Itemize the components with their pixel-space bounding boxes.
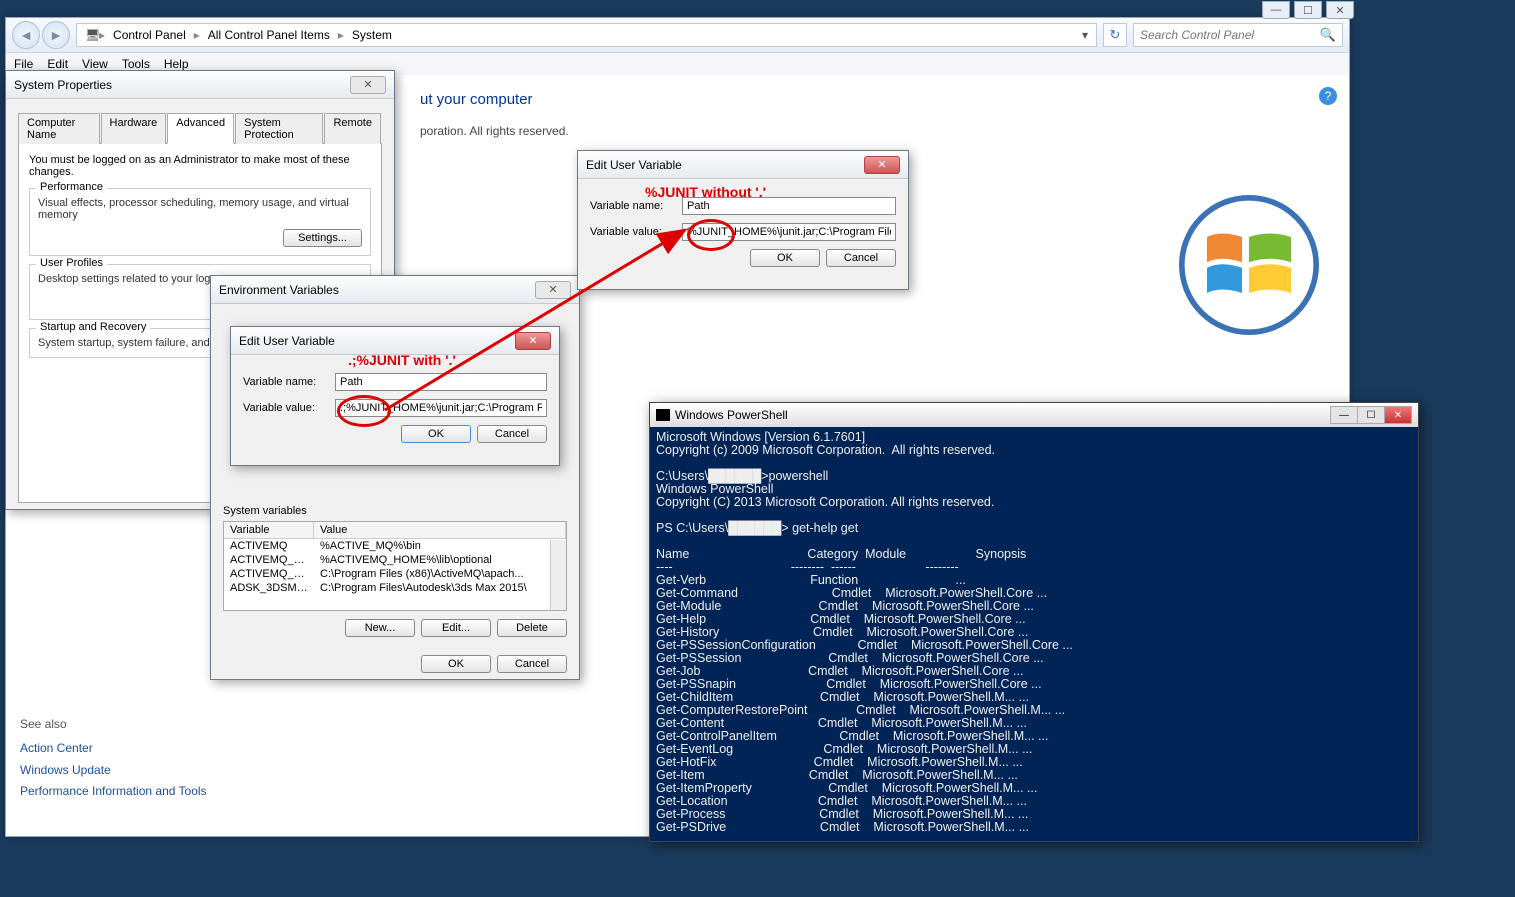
search-input[interactable] [1140, 28, 1320, 42]
dialog-title: System Properties [14, 78, 112, 92]
delete-button[interactable]: Delete [497, 619, 567, 637]
dialog-titlebar: Edit User Variable ✕ [578, 151, 908, 179]
variable-value-input[interactable] [335, 399, 547, 417]
tab-hardware[interactable]: Hardware [101, 113, 167, 144]
variable-name-input[interactable] [335, 373, 547, 391]
breadcrumb-item[interactable]: System [348, 28, 396, 42]
tabs: Computer Name Hardware Advanced System P… [18, 113, 382, 144]
new-button[interactable]: New... [345, 619, 415, 637]
edit-user-variable-dialog-2: Edit User Variable ✕ Variable name: Vari… [577, 150, 909, 290]
settings-button[interactable]: Settings... [283, 229, 362, 247]
performance-group: Performance Visual effects, processor sc… [29, 188, 371, 256]
scrollbar[interactable] [550, 540, 566, 610]
table-row[interactable]: ADSK_3DSMAX_...C:\Program Files\Autodesk… [224, 581, 566, 595]
link-perf-info[interactable]: Performance Information and Tools [20, 784, 210, 800]
minimize-button[interactable]: — [1262, 1, 1290, 19]
dialog-titlebar: Edit User Variable ✕ [231, 327, 559, 355]
group-desc: Visual effects, processor scheduling, me… [38, 197, 362, 221]
dialog-title: Environment Variables [219, 283, 339, 297]
maximize-button[interactable]: ☐ [1357, 406, 1385, 424]
breadcrumb-item[interactable]: All Control Panel Items [204, 28, 334, 42]
see-also: See also Action Center Windows Update Pe… [20, 717, 210, 806]
admin-note: You must be logged on as an Administrato… [29, 154, 371, 178]
group-title: Startup and Recovery [36, 321, 150, 333]
maximize-button[interactable]: ☐ [1294, 1, 1322, 19]
powershell-title: Windows PowerShell [675, 408, 788, 422]
variable-name-label: Variable name: [243, 376, 335, 388]
tab-remote[interactable]: Remote [324, 113, 381, 144]
table-row[interactable]: ACTIVEMQ%ACTIVE_MQ%\bin [224, 539, 566, 553]
col-variable[interactable]: Variable [224, 522, 314, 538]
menu-edit[interactable]: Edit [47, 57, 68, 71]
help-icon[interactable]: ? [1319, 87, 1337, 105]
close-icon[interactable]: ✕ [350, 76, 386, 94]
ok-button[interactable]: OK [401, 425, 471, 443]
refresh-button[interactable]: ↻ [1103, 23, 1127, 47]
cancel-button[interactable]: Cancel [497, 655, 567, 673]
close-button[interactable]: ✕ [1326, 1, 1354, 19]
powershell-icon [656, 409, 670, 421]
menu-help[interactable]: Help [164, 57, 189, 71]
edit-user-variable-dialog-1: Edit User Variable ✕ Variable name: Vari… [230, 326, 560, 466]
group-title: User Profiles [36, 257, 107, 269]
ok-button[interactable]: OK [750, 249, 820, 267]
window-controls: — ☐ ✕ [1262, 1, 1354, 19]
close-button[interactable]: ✕ [1384, 406, 1412, 424]
tab-computer-name[interactable]: Computer Name [18, 113, 100, 144]
close-icon[interactable]: ✕ [864, 156, 900, 174]
cancel-button[interactable]: Cancel [477, 425, 547, 443]
link-windows-update[interactable]: Windows Update [20, 763, 210, 779]
table-row[interactable]: ACTIVEMQ_CLA...%ACTIVEMQ_HOME%\lib\optio… [224, 553, 566, 567]
cancel-button[interactable]: Cancel [826, 249, 896, 267]
group-title: Performance [36, 181, 107, 193]
link-action-center[interactable]: Action Center [20, 741, 210, 757]
search-box[interactable]: 🔍 [1133, 23, 1343, 47]
dialog-title: Edit User Variable [239, 334, 335, 348]
menu-file[interactable]: File [14, 57, 33, 71]
minimize-button[interactable]: — [1330, 406, 1358, 424]
dropdown-icon[interactable]: ▾ [1078, 28, 1092, 42]
close-icon[interactable]: ✕ [515, 332, 551, 350]
forward-button[interactable]: ► [42, 21, 70, 49]
breadcrumb[interactable]: 🖥 ▸ Control Panel ▸ All Control Panel It… [76, 23, 1097, 47]
variable-value-label: Variable value: [590, 226, 682, 238]
variable-name-label: Variable name: [590, 200, 682, 212]
col-value[interactable]: Value [314, 522, 566, 538]
dialog-titlebar: System Properties ✕ [6, 71, 394, 99]
system-variables-label: System variables [223, 505, 567, 517]
see-also-title: See also [20, 717, 210, 731]
menu-tools[interactable]: Tools [122, 57, 150, 71]
powershell-titlebar: Windows PowerShell — ☐ ✕ [650, 403, 1418, 427]
edit-button[interactable]: Edit... [421, 619, 491, 637]
search-icon[interactable]: 🔍 [1320, 27, 1336, 43]
copyright-text: poration. All rights reserved. [420, 124, 1325, 138]
table-row[interactable]: ACTIVEMQ_HOMEC:\Program Files (x86)\Acti… [224, 567, 566, 581]
close-icon[interactable]: ✕ [535, 281, 571, 299]
powershell-window: Windows PowerShell — ☐ ✕ Microsoft Windo… [649, 402, 1419, 842]
dialog-title: Edit User Variable [586, 158, 682, 172]
system-variables-table[interactable]: Variable Value ACTIVEMQ%ACTIVE_MQ%\bin A… [223, 521, 567, 611]
tab-system-protection[interactable]: System Protection [235, 113, 323, 144]
menu-view[interactable]: View [82, 57, 108, 71]
breadcrumb-item[interactable]: Control Panel [109, 28, 190, 42]
back-button[interactable]: ◄ [12, 21, 40, 49]
nav-bar: ◄ ► 🖥 ▸ Control Panel ▸ All Control Pane… [6, 18, 1349, 53]
variable-value-input[interactable] [682, 223, 896, 241]
dialog-titlebar: Environment Variables ✕ [211, 276, 579, 304]
computer-icon[interactable]: 🖥 [81, 28, 95, 42]
ok-button[interactable]: OK [421, 655, 491, 673]
windows-logo [1179, 195, 1319, 335]
page-title: ut your computer [420, 91, 1325, 108]
tab-advanced[interactable]: Advanced [167, 113, 234, 144]
variable-name-input[interactable] [682, 197, 896, 215]
variable-value-label: Variable value: [243, 402, 335, 414]
powershell-output[interactable]: Microsoft Windows [Version 6.1.7601]Copy… [650, 427, 1418, 838]
